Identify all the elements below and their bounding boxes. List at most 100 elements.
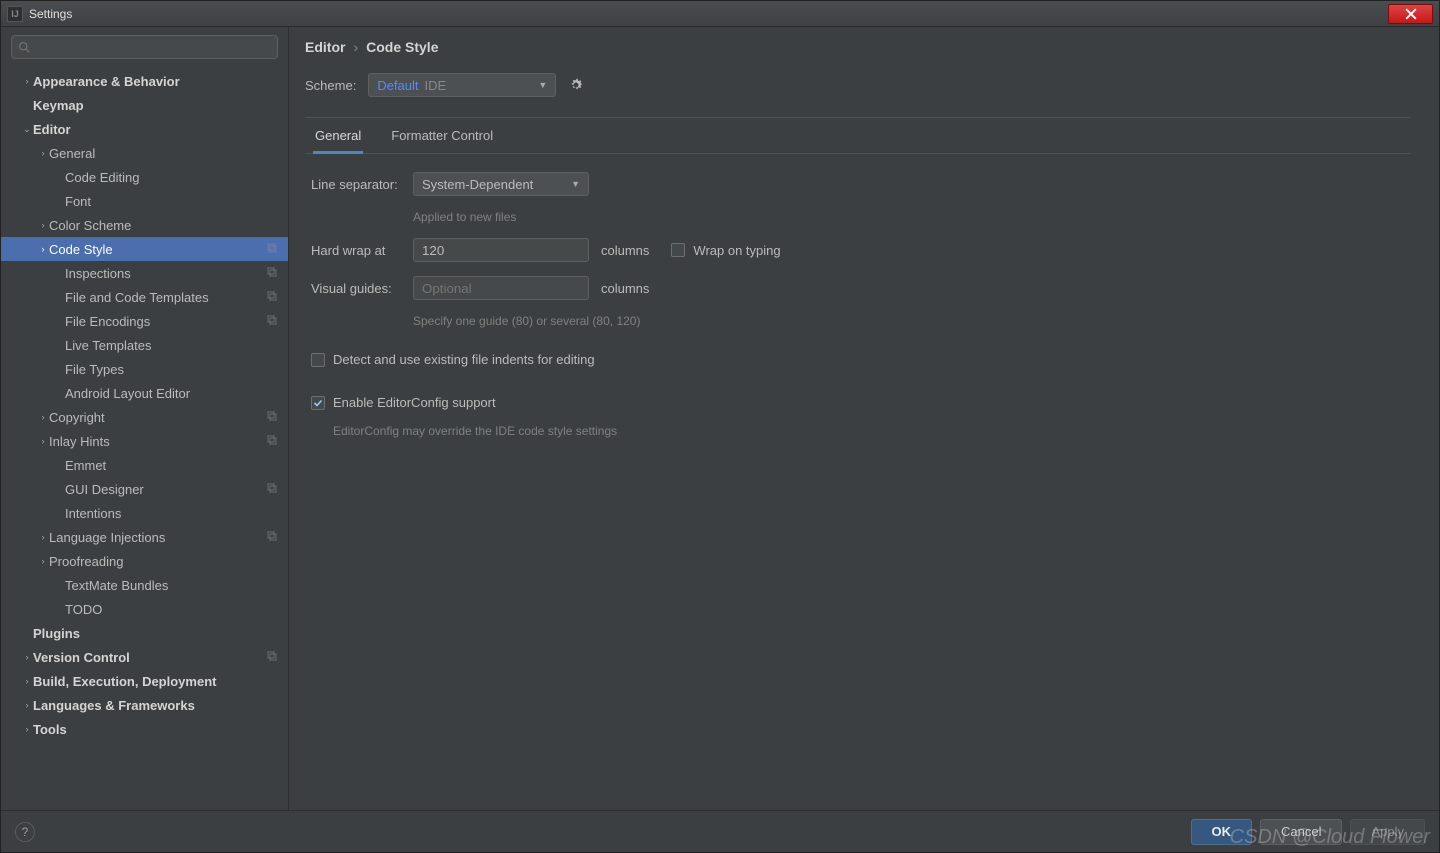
tree-item-label: Font — [65, 194, 278, 209]
sidebar-item-file-and-code-templates[interactable]: File and Code Templates — [1, 285, 288, 309]
search-icon — [18, 41, 31, 54]
gear-icon[interactable] — [568, 77, 584, 93]
sidebar-item-font[interactable]: Font — [1, 189, 288, 213]
tree-item-label: Languages & Frameworks — [33, 698, 278, 713]
tree-item-label: Emmet — [65, 458, 278, 473]
hardwrap-label: Hard wrap at — [311, 243, 401, 258]
tree-item-label: TODO — [65, 602, 278, 617]
expand-arrow-icon: › — [37, 412, 49, 422]
sidebar-item-build-execution-deployment[interactable]: ›Build, Execution, Deployment — [1, 669, 288, 693]
breadcrumb-editor[interactable]: Editor — [305, 39, 345, 55]
columns-label: columns — [601, 243, 649, 258]
sidebar-item-copyright[interactable]: ›Copyright — [1, 405, 288, 429]
sidebar-item-editor[interactable]: ⌄Editor — [1, 117, 288, 141]
window-close-button[interactable] — [1388, 4, 1433, 24]
sidebar-item-file-encodings[interactable]: File Encodings — [1, 309, 288, 333]
sidebar-item-code-style[interactable]: ›Code Style — [1, 237, 288, 261]
expand-arrow-icon: › — [37, 556, 49, 566]
search-input[interactable] — [11, 35, 278, 59]
sidebar-item-todo[interactable]: TODO — [1, 597, 288, 621]
line-separator-dropdown[interactable]: System-Dependent ▼ — [413, 172, 589, 196]
sidebar-item-color-scheme[interactable]: ›Color Scheme — [1, 213, 288, 237]
scheme-tag: IDE — [425, 78, 447, 93]
sidebar-item-appearance-behavior[interactable]: ›Appearance & Behavior — [1, 69, 288, 93]
tree-item-label: Plugins — [33, 626, 278, 641]
sidebar-item-file-types[interactable]: File Types — [1, 357, 288, 381]
app-icon: IJ — [7, 6, 23, 22]
detect-indents-checkbox[interactable] — [311, 353, 325, 367]
sidebar-item-inspections[interactable]: Inspections — [1, 261, 288, 285]
sidebar-item-gui-designer[interactable]: GUI Designer — [1, 477, 288, 501]
tree-item-label: Keymap — [33, 98, 278, 113]
sidebar-item-inlay-hints[interactable]: ›Inlay Hints — [1, 429, 288, 453]
copy-icon — [266, 482, 278, 497]
expand-arrow-icon: ⌄ — [21, 124, 33, 135]
hardwrap-input[interactable] — [413, 238, 589, 262]
columns-label2: columns — [601, 281, 649, 296]
sidebar-item-keymap[interactable]: Keymap — [1, 93, 288, 117]
expand-arrow-icon: › — [21, 700, 33, 710]
editorconfig-checkbox[interactable] — [311, 396, 325, 410]
tree-item-label: Language Injections — [49, 530, 266, 545]
tree-item-label: General — [49, 146, 278, 161]
sidebar-item-plugins[interactable]: Plugins — [1, 621, 288, 645]
sidebar-item-version-control[interactable]: ›Version Control — [1, 645, 288, 669]
tree-item-label: Intentions — [65, 506, 278, 521]
expand-arrow-icon: › — [37, 220, 49, 230]
sidebar-item-languages-frameworks[interactable]: ›Languages & Frameworks — [1, 693, 288, 717]
tree-item-label: Inspections — [65, 266, 266, 281]
tree-item-label: Tools — [33, 722, 278, 737]
expand-arrow-icon: › — [37, 244, 49, 254]
tree-item-label: Live Templates — [65, 338, 278, 353]
sidebar-item-language-injections[interactable]: ›Language Injections — [1, 525, 288, 549]
copy-icon — [266, 314, 278, 329]
sidebar-item-android-layout-editor[interactable]: Android Layout Editor — [1, 381, 288, 405]
scheme-dropdown[interactable]: Default IDE ▼ — [368, 73, 556, 97]
sidebar-item-emmet[interactable]: Emmet — [1, 453, 288, 477]
visual-guides-input[interactable] — [413, 276, 589, 300]
sidebar-item-intentions[interactable]: Intentions — [1, 501, 288, 525]
sidebar-item-textmate-bundles[interactable]: TextMate Bundles — [1, 573, 288, 597]
breadcrumb: Editor › Code Style — [305, 39, 1411, 55]
wrap-on-typing-checkbox[interactable] — [671, 243, 685, 257]
scheme-value: Default — [377, 78, 418, 93]
tab-formatter-control[interactable]: Formatter Control — [389, 118, 495, 153]
line-separator-value: System-Dependent — [422, 177, 533, 192]
chevron-down-icon: ▼ — [571, 179, 580, 189]
visual-guides-hint: Specify one guide (80) or several (80, 1… — [413, 314, 1405, 328]
apply-button[interactable]: Apply — [1350, 819, 1425, 845]
sidebar-item-code-editing[interactable]: Code Editing — [1, 165, 288, 189]
breadcrumb-separator: › — [353, 39, 358, 55]
ok-button[interactable]: OK — [1191, 819, 1253, 845]
copy-icon — [266, 650, 278, 665]
detect-indents-label: Detect and use existing file indents for… — [333, 352, 595, 367]
tree-item-label: Build, Execution, Deployment — [33, 674, 278, 689]
main-panel: Editor › Code Style Scheme: Default IDE … — [289, 27, 1439, 810]
copy-icon — [266, 290, 278, 305]
copy-icon — [266, 530, 278, 545]
sidebar-item-live-templates[interactable]: Live Templates — [1, 333, 288, 357]
breadcrumb-codestyle: Code Style — [366, 39, 438, 55]
chevron-down-icon: ▼ — [538, 80, 547, 90]
tree-item-label: Code Editing — [65, 170, 278, 185]
sidebar-item-proofreading[interactable]: ›Proofreading — [1, 549, 288, 573]
sidebar-item-tools[interactable]: ›Tools — [1, 717, 288, 741]
tree-item-label: Editor — [33, 122, 278, 137]
settings-tree[interactable]: ›Appearance & BehaviorKeymap⌄Editor›Gene… — [1, 67, 288, 810]
tree-item-label: Code Style — [49, 242, 266, 257]
tree-item-label: File and Code Templates — [65, 290, 266, 305]
tree-item-label: Inlay Hints — [49, 434, 266, 449]
expand-arrow-icon: › — [21, 76, 33, 86]
titlebar: IJ Settings — [1, 1, 1439, 27]
tree-item-label: Appearance & Behavior — [33, 74, 278, 89]
line-separator-label: Line separator: — [311, 177, 401, 192]
tab-general[interactable]: General — [313, 118, 363, 153]
window-title: Settings — [29, 7, 72, 21]
tree-item-label: Android Layout Editor — [65, 386, 278, 401]
cancel-button[interactable]: Cancel — [1260, 819, 1342, 845]
sidebar-item-general[interactable]: ›General — [1, 141, 288, 165]
tabs: General Formatter Control — [305, 118, 1411, 154]
tree-item-label: Copyright — [49, 410, 266, 425]
tree-item-label: Version Control — [33, 650, 266, 665]
help-button[interactable]: ? — [15, 822, 35, 842]
